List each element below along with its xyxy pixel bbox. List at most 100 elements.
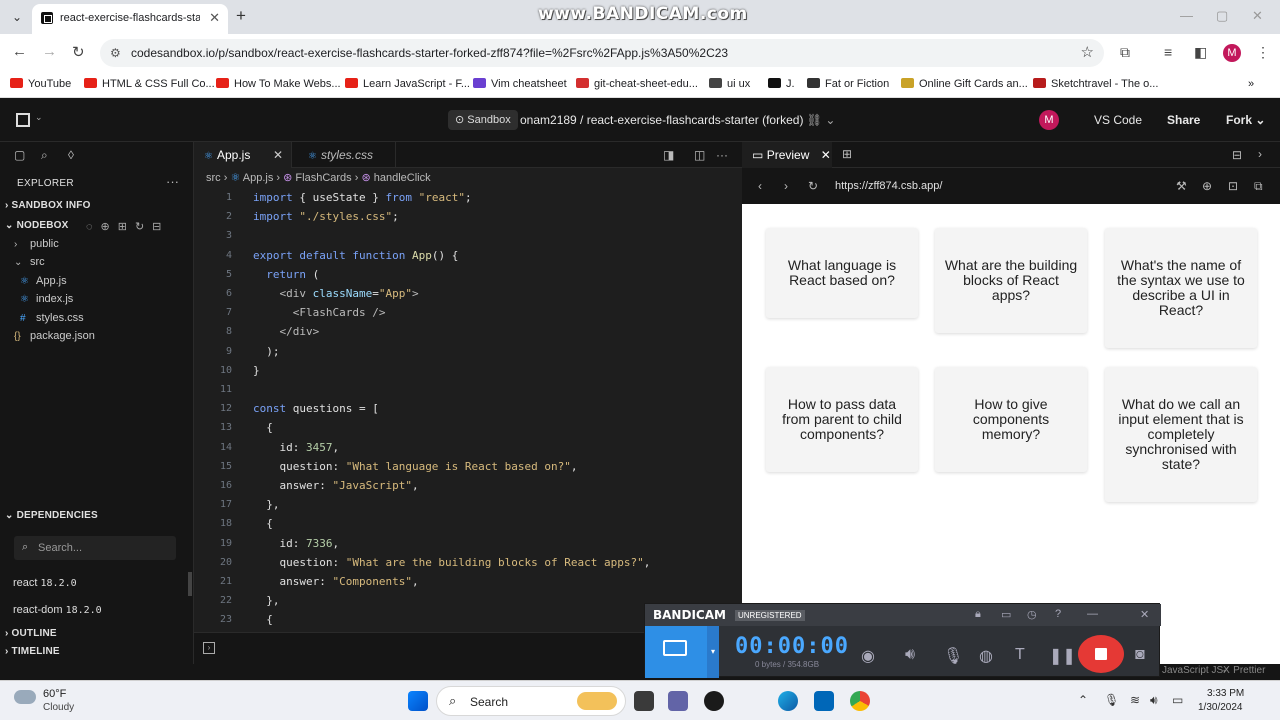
bookmark-item[interactable]: How To Make Webs... — [216, 78, 341, 90]
code-line[interactable]: 8 </div> — [194, 322, 742, 341]
minimize-icon[interactable]: — — [1180, 8, 1193, 23]
breadcrumb-component[interactable]: FlashCards — [295, 172, 351, 184]
minimize-icon[interactable]: — — [1087, 608, 1098, 620]
tools-icon[interactable]: ⚒ — [1176, 179, 1187, 193]
code-line[interactable]: 1 import { useState } from "react"; — [194, 188, 742, 207]
code-line[interactable]: 11 — [194, 380, 742, 399]
close-icon[interactable]: ✕ — [273, 142, 283, 168]
code-line[interactable]: 5 return ( — [194, 265, 742, 284]
code-line[interactable]: 18 { — [194, 514, 742, 533]
folder-icon[interactable]: ▭ — [1001, 608, 1011, 621]
code-line[interactable]: 2 import "./styles.css"; — [194, 207, 742, 226]
breadcrumb-file[interactable]: App.js — [243, 172, 274, 184]
close-icon[interactable]: ✕ — [821, 148, 831, 162]
code-line[interactable]: 14 id: 3457, — [194, 438, 742, 457]
tree-item[interactable]: # styles.css — [20, 312, 84, 324]
bandicam-app-icon[interactable] — [704, 691, 724, 711]
section-outline[interactable]: › OUTLINE — [5, 628, 57, 639]
code-line[interactable]: 20 question: "What are the building bloc… — [194, 553, 742, 572]
weather-condition[interactable]: Cloudy — [43, 702, 74, 713]
scrollbar[interactable] — [188, 572, 192, 596]
terminal-icon[interactable]: › — [203, 642, 215, 654]
tab-search-button[interactable]: ⌄ — [6, 6, 28, 28]
open-new-window-icon[interactable]: ⧉ — [1254, 179, 1263, 194]
url-text[interactable]: codesandbox.io/p/sandbox/react-exercise-… — [131, 46, 728, 60]
fork-button[interactable]: Fork ⌄ — [1226, 113, 1265, 127]
code-line[interactable]: 10} — [194, 361, 742, 380]
tab-preview[interactable]: ▭ Preview ✕ — [742, 142, 832, 168]
close-tab-icon[interactable]: ✕ — [209, 10, 220, 26]
lock-icon[interactable]: 🔒︎ — [975, 608, 981, 621]
teams-icon[interactable] — [668, 691, 688, 711]
dependency-item[interactable]: react-dom 18.2.0 — [13, 604, 102, 616]
clock-date[interactable]: 1/30/2024 — [1198, 702, 1243, 713]
side-panel-icon[interactable]: ◧ — [1194, 44, 1207, 61]
flashcard[interactable]: What language is React based on? — [766, 228, 918, 318]
vscode-button[interactable]: VS Code — [1094, 113, 1142, 127]
code-line[interactable]: 3 — [194, 226, 742, 245]
bookmark-item[interactable]: YouTube — [10, 78, 71, 90]
chrome-icon[interactable] — [850, 691, 870, 711]
bookmark-star-icon[interactable]: ☆ — [1081, 43, 1094, 61]
dependency-item[interactable]: react 18.2.0 — [13, 577, 77, 589]
browser-menu-icon[interactable]: ⋮ — [1256, 44, 1270, 61]
code-line[interactable]: 6 <div className="App"> — [194, 284, 742, 303]
section-timeline[interactable]: › TIMELINE — [5, 646, 60, 657]
close-window-icon[interactable]: ✕ — [1252, 8, 1263, 24]
status-language[interactable]: JavaScript JSX — [1162, 665, 1230, 676]
clock-time[interactable]: 3:33 PM — [1207, 688, 1244, 699]
flashcard[interactable]: How to give components memory? — [935, 367, 1087, 472]
code-line[interactable]: 13 { — [194, 418, 742, 437]
site-info-icon[interactable]: ⚙ — [110, 46, 121, 60]
reload-icon[interactable]: ↻ — [72, 43, 85, 61]
cloud-icon[interactable] — [14, 690, 36, 704]
tree-item[interactable]: ⚛ index.js — [20, 293, 73, 305]
split-editor-icon[interactable]: ◫ — [694, 148, 705, 162]
screen-mode-button[interactable] — [645, 626, 707, 678]
share-button[interactable]: Share — [1167, 113, 1200, 127]
more-icon[interactable]: ··· — [716, 148, 728, 162]
back-arrow-icon[interactable]: ‹ — [758, 179, 762, 193]
new-tab-button[interactable]: + — [236, 6, 246, 26]
tab-app-js[interactable]: ⚛ App.js ✕ — [194, 142, 292, 168]
task-view-icon[interactable] — [634, 691, 654, 711]
section-nodebox[interactable]: ⌄ NODEBOX — [5, 220, 69, 231]
screenshot-icon[interactable]: ⊡ — [1228, 179, 1238, 193]
weather-temp[interactable]: 60°F — [43, 688, 66, 700]
search-icon[interactable]: ⌕ — [41, 148, 48, 163]
code-line[interactable]: 16 answer: "JavaScript", — [194, 476, 742, 495]
code-line[interactable]: 17 }, — [194, 495, 742, 514]
code-line[interactable]: 12 const questions = [ — [194, 399, 742, 418]
cursor-effect-icon[interactable]: ◍ — [979, 646, 993, 666]
bookmark-item[interactable]: git-cheat-sheet-edu... — [576, 78, 698, 90]
text-icon[interactable]: T — [1015, 646, 1025, 664]
code-line[interactable]: 15 question: "What language is React bas… — [194, 457, 742, 476]
code-line[interactable]: 7 <FlashCards /> — [194, 303, 742, 322]
help-icon[interactable]: ? — [1055, 608, 1061, 620]
edge-icon[interactable] — [778, 691, 798, 711]
codesandbox-logo-icon[interactable] — [16, 113, 30, 127]
code-line[interactable]: 9 ); — [194, 342, 742, 361]
bookmark-item[interactable]: HTML & CSS Full Co... — [84, 78, 215, 90]
wifi-icon[interactable]: ≋ — [1130, 693, 1140, 707]
flashcard[interactable]: What are the building blocks of React ap… — [935, 228, 1087, 333]
microphone-icon[interactable]: 🎙︎ — [943, 646, 963, 666]
sandbox-title[interactable]: onam2189 / react-exercise-flashcards-sta… — [520, 113, 835, 127]
forward-arrow-icon[interactable]: › — [784, 179, 788, 193]
dependency-search-input[interactable]: ⌕ Search... — [14, 536, 176, 560]
files-icon[interactable]: ▢ — [14, 148, 25, 162]
reading-list-icon[interactable]: ≡ — [1164, 44, 1172, 60]
camera-icon[interactable]: ◙ — [1135, 646, 1145, 664]
microphone-icon[interactable]: 🎙︎ — [1104, 693, 1119, 707]
bookmark-item[interactable]: Learn JavaScript - F... — [345, 78, 470, 90]
taskbar-search[interactable]: ⌕ Search — [436, 686, 626, 716]
browser-tab[interactable]: react-exercise-flashcards-starter ✕ — [32, 4, 228, 34]
more-icon[interactable]: ··· — [166, 174, 179, 189]
preview-url[interactable]: https://zff874.csb.app/ — [835, 180, 942, 192]
crosshair-icon[interactable]: ⊕ — [1202, 179, 1212, 193]
maximize-icon[interactable]: ▢ — [1216, 8, 1228, 24]
section-sandbox-info[interactable]: › SANDBOX INFO — [5, 200, 91, 211]
bookmark-item[interactable]: J. — [768, 78, 795, 90]
bookmark-item[interactable]: Fat or Fiction — [807, 78, 889, 90]
user-avatar[interactable]: M — [1039, 110, 1059, 130]
